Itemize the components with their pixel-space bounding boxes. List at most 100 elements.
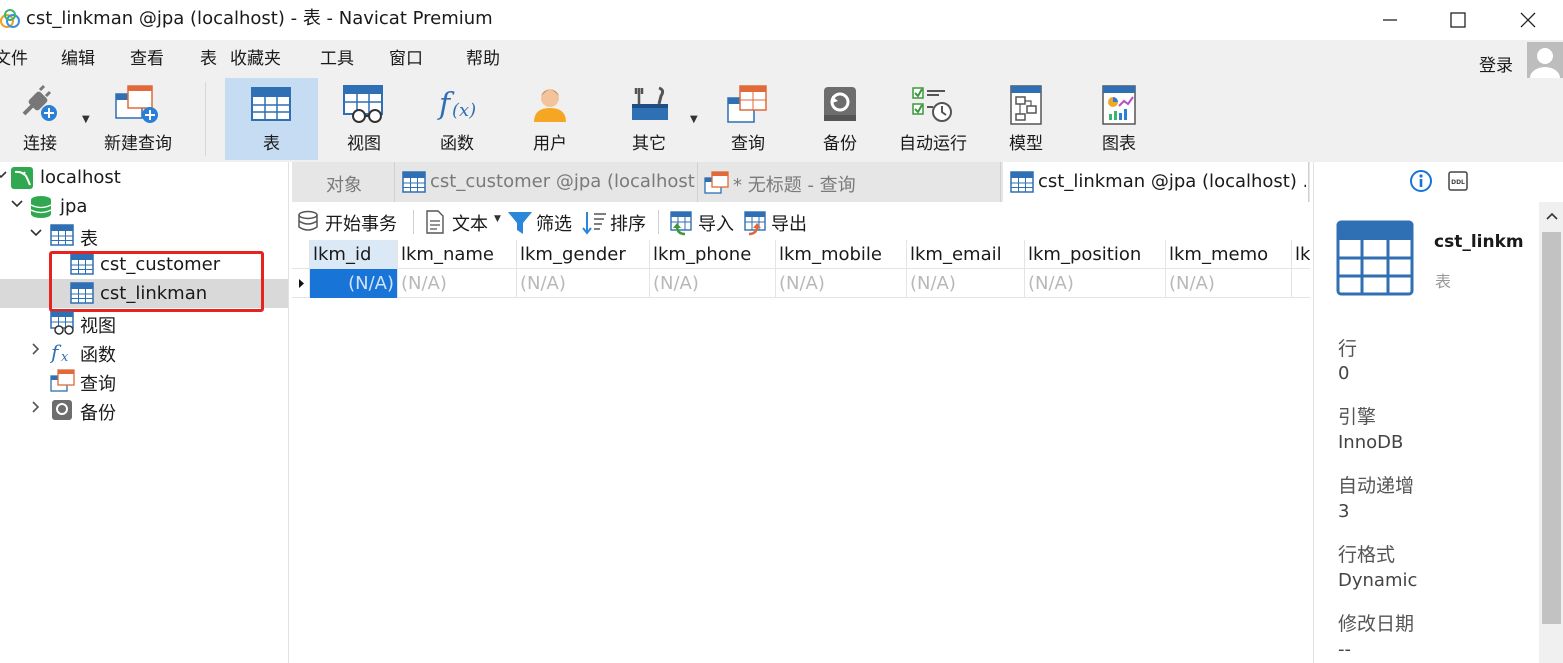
annotation-highlight-box (49, 251, 264, 312)
model-icon (1010, 85, 1042, 125)
info-icon[interactable] (1409, 169, 1433, 193)
begin-transaction-label: 开始事务 (325, 214, 397, 235)
menu-favorites[interactable]: 收藏夹 (230, 49, 281, 69)
tree-item-functions[interactable]: f x 函数 (0, 337, 288, 366)
mysql-connection-icon (11, 167, 33, 189)
object-info-panel: DDL cst_linkm 表 行 0 引擎 InnoDB 自动递增 3 行格式… (1313, 162, 1563, 663)
chevron-down-icon[interactable] (29, 226, 43, 240)
table-button[interactable]: 表 (225, 78, 318, 160)
table-cell[interactable] (1292, 269, 1310, 298)
tab-cst-customer[interactable]: cst_customer @jpa (localhost... (395, 162, 698, 202)
column-header[interactable]: lkm_id (310, 240, 398, 269)
table-cell[interactable]: (N/A) (907, 269, 1025, 298)
menu-help[interactable]: 帮助 (466, 49, 500, 69)
title-bar: cst_linkman @jpa (localhost) - 表 - Navic… (0, 0, 1563, 40)
column-header[interactable]: lk (1292, 240, 1310, 269)
column-header[interactable]: lkm_memo (1166, 240, 1292, 269)
column-header[interactable]: lkm_mobile (776, 240, 907, 269)
table-large-icon (1336, 220, 1414, 296)
automation-icon (912, 87, 952, 122)
begin-transaction-button[interactable]: 开始事务 (297, 208, 407, 236)
automation-button[interactable]: 自动运行 (893, 78, 973, 160)
tree-item-tables[interactable]: 表 (0, 221, 288, 250)
import-button[interactable]: 导入 (669, 208, 739, 236)
user-button[interactable]: 用户 (508, 78, 592, 160)
chevron-right-icon[interactable] (29, 400, 43, 414)
connection-button[interactable]: 连接 (8, 78, 72, 160)
toolbar-separator (205, 82, 206, 156)
sort-label: 排序 (610, 214, 646, 235)
text-dropdown-icon[interactable]: ▼ (494, 214, 501, 224)
chevron-right-icon[interactable] (29, 342, 43, 356)
avatar[interactable] (1527, 42, 1563, 78)
menu-table[interactable]: 表 (200, 49, 217, 69)
menu-bar: 文件 编辑 查看 表 收藏夹 工具 窗口 帮助 登录 (0, 40, 1563, 78)
menu-view[interactable]: 查看 (130, 49, 164, 69)
tables-group-label: 表 (80, 229, 98, 250)
scrollbar-thumb[interactable] (1542, 232, 1561, 624)
table-icon (251, 87, 291, 121)
menu-file[interactable]: 文件 (0, 49, 28, 69)
scrollbar[interactable] (1539, 202, 1563, 663)
view-label: 视图 (347, 134, 381, 154)
table-cell[interactable]: (N/A) (650, 269, 776, 298)
table-row[interactable]: (N/A) (N/A) (N/A) (N/A) (N/A) (N/A) (N/A… (292, 269, 1310, 298)
tree-item-backups[interactable]: 备份 (0, 395, 288, 424)
function-button[interactable]: f (x) 函数 (415, 78, 499, 160)
login-link[interactable]: 登录 (1479, 51, 1513, 76)
export-button[interactable]: 导出 (743, 208, 813, 236)
column-header[interactable]: lkm_position (1025, 240, 1166, 269)
others-label: 其它 (632, 134, 666, 154)
filter-button[interactable]: 筛选 (507, 208, 577, 236)
maximize-icon[interactable] (1438, 6, 1478, 34)
row-marker[interactable] (292, 269, 310, 298)
table-cell[interactable]: (N/A) (1166, 269, 1292, 298)
tab-objects[interactable]: 对象 (292, 162, 395, 202)
tab-bar: 对象 cst_customer @jpa (localhost... * 无标题… (292, 162, 1310, 202)
tree-item-views[interactable]: 视图 (0, 308, 288, 337)
column-header[interactable]: lkm_gender (517, 240, 650, 269)
menu-tools[interactable]: 工具 (320, 49, 354, 69)
document-text-icon (426, 210, 444, 234)
menu-window[interactable]: 窗口 (389, 49, 423, 69)
model-button[interactable]: 模型 (988, 78, 1064, 160)
table-cell[interactable]: (N/A) (310, 269, 398, 298)
others-dropdown-icon[interactable]: ▼ (690, 114, 698, 125)
column-header[interactable]: lkm_name (398, 240, 517, 269)
tree-item-connection[interactable]: localhost (0, 163, 288, 192)
connection-dropdown-icon[interactable]: ▼ (82, 114, 90, 125)
minimize-icon[interactable] (1370, 6, 1410, 34)
function-label: 函数 (440, 134, 474, 154)
tab-untitled-query[interactable]: * 无标题 - 查询 (698, 162, 1001, 202)
query-button[interactable]: 查询 (706, 78, 790, 160)
backup-icon (52, 400, 72, 420)
column-header[interactable]: lkm_phone (650, 240, 776, 269)
svg-text:(x): (x) (452, 100, 476, 121)
chevron-down-icon[interactable] (10, 197, 24, 211)
chevron-up-icon[interactable] (1545, 210, 1559, 222)
table-cell[interactable]: (N/A) (517, 269, 650, 298)
database-transaction-icon (298, 210, 318, 231)
tab-cst-linkman[interactable]: cst_linkman @jpa (localhost) ... (1003, 162, 1309, 202)
prop-modified-date-value: -- (1338, 639, 1351, 660)
table-cell[interactable]: (N/A) (398, 269, 517, 298)
prop-engine-label: 引擎 (1338, 406, 1377, 428)
sort-button[interactable]: 排序 (582, 208, 652, 236)
svg-text:DDL: DDL (1451, 179, 1465, 186)
tree-item-queries[interactable]: 查询 (0, 366, 288, 395)
others-button[interactable]: 其它 (605, 78, 693, 160)
table-cell[interactable]: (N/A) (776, 269, 907, 298)
chart-label: 图表 (1102, 134, 1136, 154)
table-cell[interactable]: (N/A) (1025, 269, 1166, 298)
chart-button[interactable]: 图表 (1080, 78, 1158, 160)
tree-item-database[interactable]: jpa (0, 192, 288, 221)
new-query-button[interactable]: 新建查询 (98, 78, 178, 160)
column-header[interactable]: lkm_email (907, 240, 1025, 269)
chevron-down-icon[interactable] (0, 168, 8, 182)
close-icon[interactable] (1508, 6, 1548, 34)
view-button[interactable]: 视图 (322, 78, 406, 160)
backup-button[interactable]: 备份 (800, 78, 880, 160)
ddl-icon[interactable]: DDL (1447, 170, 1469, 192)
menu-edit[interactable]: 编辑 (61, 49, 95, 69)
text-button[interactable]: 文本 ▼ (424, 208, 504, 236)
